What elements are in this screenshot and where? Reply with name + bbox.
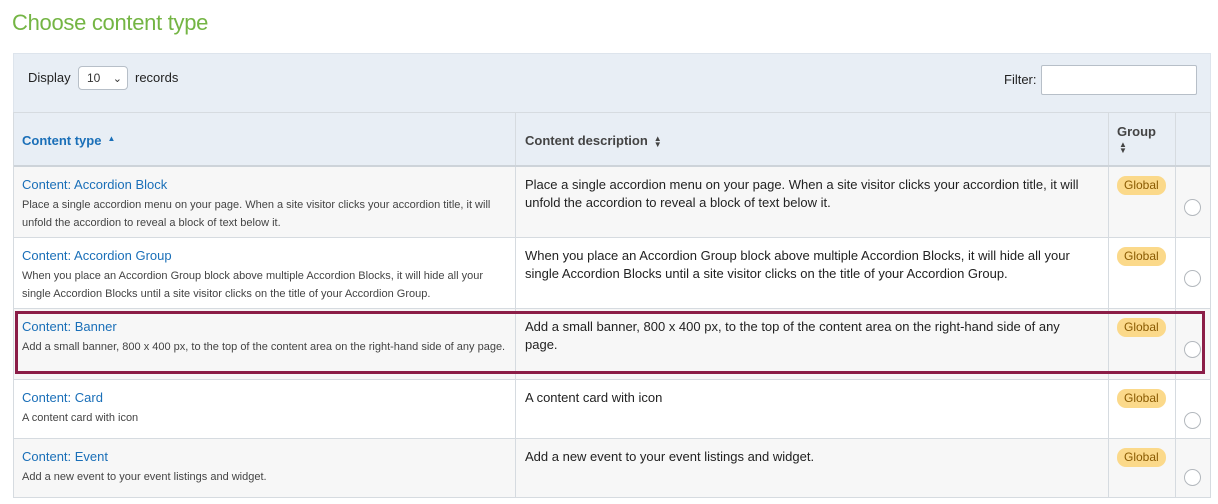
content-type-link[interactable]: Content: Banner: [22, 319, 117, 334]
content-description-cell: A content card with icon: [516, 380, 1109, 438]
content-description-cell: When you place an Accordion Group block …: [516, 238, 1109, 308]
column-header-label: Content type: [22, 133, 102, 148]
filter-label: Filter:: [1004, 72, 1037, 87]
sort-icon: ▲ ▼: [1119, 140, 1127, 155]
column-header-content-description[interactable]: Content description ▲ ▼: [516, 113, 1109, 165]
group-badge: Global: [1117, 318, 1166, 337]
content-description: A content card with icon: [525, 390, 663, 405]
select-cell: [1176, 238, 1212, 308]
content-description: Place a single accordion menu on your pa…: [525, 177, 1079, 210]
content-description: When you place an Accordion Group block …: [525, 248, 1070, 281]
sort-icon: ▲ ▼: [653, 133, 662, 149]
group-cell: Global: [1109, 439, 1176, 497]
select-cell: [1176, 380, 1212, 438]
group-cell: Global: [1109, 309, 1176, 379]
content-description-cell: Add a small banner, 800 x 400 px, to the…: [516, 309, 1109, 379]
chevron-down-icon: ⌄: [112, 73, 122, 85]
table-row[interactable]: Content: Event Add a new event to your e…: [14, 439, 1210, 498]
table-row[interactable]: Content: Accordion Block Place a single …: [14, 167, 1210, 238]
content-type-cell: Content: Accordion Group When you place …: [14, 238, 516, 308]
content-type-cell: Content: Banner Add a small banner, 800 …: [14, 309, 516, 379]
content-type-summary: Add a small banner, 800 x 400 px, to the…: [22, 341, 506, 353]
sort-ascending-icon: ▲: [107, 134, 116, 143]
select-cell: [1176, 309, 1212, 379]
content-description: Add a new event to your event listings a…: [525, 449, 815, 464]
content-type-table: Content type ▲ Content description ▲ ▼ Grou…: [13, 112, 1211, 498]
group-badge: Global: [1117, 176, 1166, 195]
content-type-summary: A content card with icon: [22, 412, 139, 424]
content-type-cell: Content: Event Add a new event to your e…: [14, 439, 516, 497]
select-radio[interactable]: [1184, 199, 1201, 216]
select-radio[interactable]: [1184, 341, 1201, 358]
display-label: Display: [28, 70, 71, 85]
group-cell: Global: [1109, 167, 1176, 237]
content-description: Add a small banner, 800 x 400 px, to the…: [525, 319, 1060, 352]
table-row[interactable]: Content: Card A content card with icon A…: [14, 380, 1210, 439]
content-description-cell: Place a single accordion menu on your pa…: [516, 167, 1109, 237]
select-cell: [1176, 167, 1212, 237]
content-type-cell: Content: Accordion Block Place a single …: [14, 167, 516, 237]
select-radio[interactable]: [1184, 412, 1201, 429]
table-header-row: Content type ▲ Content description ▲ ▼ Grou…: [14, 112, 1210, 167]
content-type-summary: Place a single accordion menu on your pa…: [22, 199, 491, 229]
group-badge: Global: [1117, 389, 1166, 408]
column-header-group[interactable]: Group ▲ ▼: [1109, 113, 1176, 165]
content-type-cell: Content: Card A content card with icon: [14, 380, 516, 438]
table-row[interactable]: Content: Banner Add a small banner, 800 …: [14, 309, 1210, 380]
group-cell: Global: [1109, 380, 1176, 438]
column-header-content-type[interactable]: Content type ▲: [14, 113, 516, 165]
filter-input[interactable]: [1041, 65, 1197, 95]
table-toolbar: Display 10 ⌄ records Filter:: [13, 53, 1211, 112]
content-type-summary: Add a new event to your event listings a…: [22, 471, 267, 483]
content-type-link[interactable]: Content: Accordion Group: [22, 248, 172, 263]
column-header-select: [1176, 113, 1212, 165]
select-radio[interactable]: [1184, 270, 1201, 287]
content-type-link[interactable]: Content: Event: [22, 449, 108, 464]
select-radio[interactable]: [1184, 469, 1201, 486]
content-description-cell: Add a new event to your event listings a…: [516, 439, 1109, 497]
select-cell: [1176, 439, 1212, 497]
group-cell: Global: [1109, 238, 1176, 308]
content-type-summary: When you place an Accordion Group block …: [22, 270, 484, 300]
table-row[interactable]: Content: Accordion Group When you place …: [14, 238, 1210, 309]
page-title: Choose content type: [12, 10, 209, 35]
content-type-link[interactable]: Content: Accordion Block: [22, 177, 167, 192]
records-per-page-select[interactable]: 10 ⌄: [78, 66, 128, 90]
records-label: records: [135, 70, 179, 85]
column-header-label: Group: [1117, 124, 1156, 139]
group-badge: Global: [1117, 247, 1166, 266]
content-type-link[interactable]: Content: Card: [22, 390, 103, 405]
column-header-label: Content description: [525, 133, 648, 148]
records-per-page-value: 10: [87, 71, 101, 85]
group-badge: Global: [1117, 448, 1166, 467]
